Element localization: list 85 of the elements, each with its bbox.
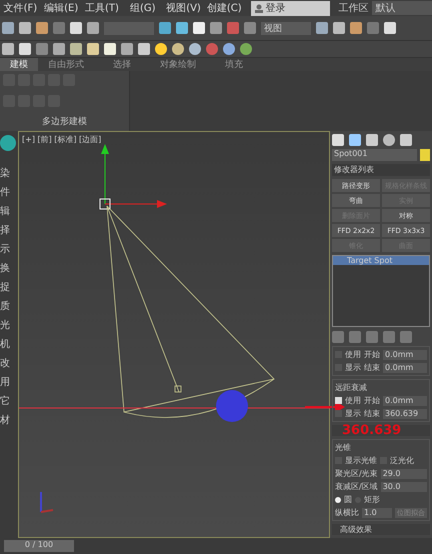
field-label: 聚光区/光束 bbox=[335, 468, 378, 479]
cursor-highlight bbox=[216, 390, 248, 422]
sidebar-item[interactable]: 材 bbox=[0, 413, 10, 427]
field-label: 结束 bbox=[364, 362, 380, 373]
radio-button[interactable] bbox=[335, 496, 341, 502]
ribbon-tab[interactable]: 对象绘制 bbox=[150, 58, 206, 71]
field-label: 开始 bbox=[364, 395, 380, 406]
annotation-text: 360.639 bbox=[342, 423, 402, 438]
move-gizmo-drawing[interactable] bbox=[100, 144, 167, 210]
menu-item[interactable]: 编辑(E) bbox=[40, 1, 82, 15]
group-title: 远距衰减 bbox=[335, 382, 367, 393]
checkbox[interactable] bbox=[335, 397, 342, 404]
axis-tripod-icon bbox=[40, 492, 54, 513]
toolbar-icon[interactable] bbox=[223, 43, 235, 55]
panel-tab-icon[interactable] bbox=[400, 134, 412, 146]
spinner-field[interactable]: 0.0mm bbox=[383, 350, 427, 360]
sidebar-item[interactable]: 它 bbox=[0, 394, 10, 408]
spinner-field[interactable]: 0.0mm bbox=[383, 362, 427, 372]
ribbon-tab[interactable]: 填充 bbox=[206, 58, 262, 71]
menu-item[interactable]: 组(G) bbox=[122, 1, 164, 15]
sidebar-item[interactable]: 光 bbox=[0, 318, 10, 332]
radio-label: 矩形 bbox=[364, 494, 380, 505]
checkbox-label: 使用 bbox=[345, 395, 361, 406]
sidebar-item[interactable]: 示 bbox=[0, 242, 10, 256]
sidebar-item[interactable]: 改 bbox=[0, 356, 10, 370]
rollout-header[interactable]: 高级效果 bbox=[332, 524, 430, 535]
stack-tool-icon[interactable] bbox=[366, 330, 378, 342]
toolbar-icon[interactable] bbox=[240, 43, 252, 55]
workspace-label: 工作区 bbox=[338, 2, 368, 15]
field-label: 衰减区/区域 bbox=[335, 481, 378, 492]
user-icon bbox=[254, 4, 263, 12]
sidebar-item[interactable]: 染 bbox=[0, 166, 10, 180]
menu-item[interactable]: 文件(F) bbox=[0, 1, 41, 15]
panel-tab-icon[interactable] bbox=[349, 134, 361, 146]
frame-counter[interactable]: 0 / 100 bbox=[4, 540, 74, 552]
sidebar-item[interactable]: 件 bbox=[0, 185, 10, 199]
stack-tool-icon[interactable] bbox=[400, 330, 412, 342]
panel-tab-icon[interactable] bbox=[383, 134, 395, 146]
spinner-field[interactable]: 1.0 bbox=[362, 508, 392, 518]
ribbon-tab[interactable]: 选择 bbox=[94, 58, 150, 71]
toolbar-icon[interactable] bbox=[189, 43, 201, 55]
stack-tool-icon[interactable] bbox=[349, 330, 361, 342]
stack-tool-icon[interactable] bbox=[332, 330, 344, 342]
object-name-field[interactable]: Spot001 bbox=[332, 149, 417, 161]
color-swatch[interactable] bbox=[420, 149, 430, 161]
sidebar-item[interactable]: 换 bbox=[0, 261, 10, 275]
spinner-field[interactable]: 0.0mm bbox=[383, 396, 427, 406]
workspace-dropdown[interactable]: 默认 bbox=[372, 1, 432, 15]
toolbar-icon[interactable] bbox=[155, 43, 167, 55]
viewport[interactable]: [+] [前] [标准] [边面] bbox=[18, 131, 330, 538]
ribbon-tab[interactable]: 自由形式 bbox=[38, 58, 94, 71]
panel-tab-icon[interactable] bbox=[366, 134, 378, 146]
group-title: 光锥 bbox=[335, 442, 351, 453]
checkbox-label: 显示 bbox=[345, 362, 361, 373]
checkbox-label: 显示光锥 bbox=[345, 455, 377, 466]
panel-title[interactable]: 多边形建模 bbox=[3, 115, 126, 128]
checkbox-label: 显示 bbox=[345, 408, 361, 419]
menu-item[interactable]: 创建(C) bbox=[204, 1, 245, 15]
modifier-list-dropdown[interactable]: 修改器列表 bbox=[332, 164, 430, 176]
checkbox-label: 泛光化 bbox=[390, 455, 414, 466]
login-field[interactable]: 登录 bbox=[250, 0, 330, 16]
sidebar-item[interactable]: 捉 bbox=[0, 280, 10, 294]
field-label: 纵横比 bbox=[335, 507, 359, 518]
field-label: 结束 bbox=[364, 408, 380, 419]
logo-icon bbox=[0, 135, 16, 151]
panel-tab-icon[interactable] bbox=[332, 134, 344, 146]
checkbox[interactable] bbox=[335, 410, 342, 417]
sidebar-item[interactable]: 用 bbox=[0, 375, 10, 389]
menu-item[interactable]: 视图(V) bbox=[163, 1, 204, 15]
toolbar-icon[interactable] bbox=[172, 43, 184, 55]
menu-item[interactable]: 工具(T) bbox=[82, 1, 122, 15]
spinner-field[interactable]: 30.0 bbox=[380, 482, 427, 492]
checkbox-label: 使用 bbox=[345, 349, 361, 360]
ribbon-tab[interactable]: 建模 bbox=[0, 58, 38, 71]
sidebar-item[interactable]: 择 bbox=[0, 223, 10, 237]
sidebar-item[interactable]: 机 bbox=[0, 337, 10, 351]
view-dropdown[interactable]: 视图 bbox=[261, 22, 311, 34]
radio-label: 圆 bbox=[344, 494, 352, 505]
spinner-field[interactable]: 360.639 bbox=[383, 408, 427, 418]
sidebar-item[interactable]: 辑 bbox=[0, 204, 10, 218]
sidebar-item[interactable]: 质 bbox=[0, 299, 10, 313]
spinner-field[interactable]: 29.0 bbox=[380, 468, 427, 478]
field-label: 开始 bbox=[364, 349, 380, 360]
viewport-label: [+] [前] [标准] [边面] bbox=[22, 134, 102, 145]
stack-tool-icon[interactable] bbox=[383, 330, 395, 342]
